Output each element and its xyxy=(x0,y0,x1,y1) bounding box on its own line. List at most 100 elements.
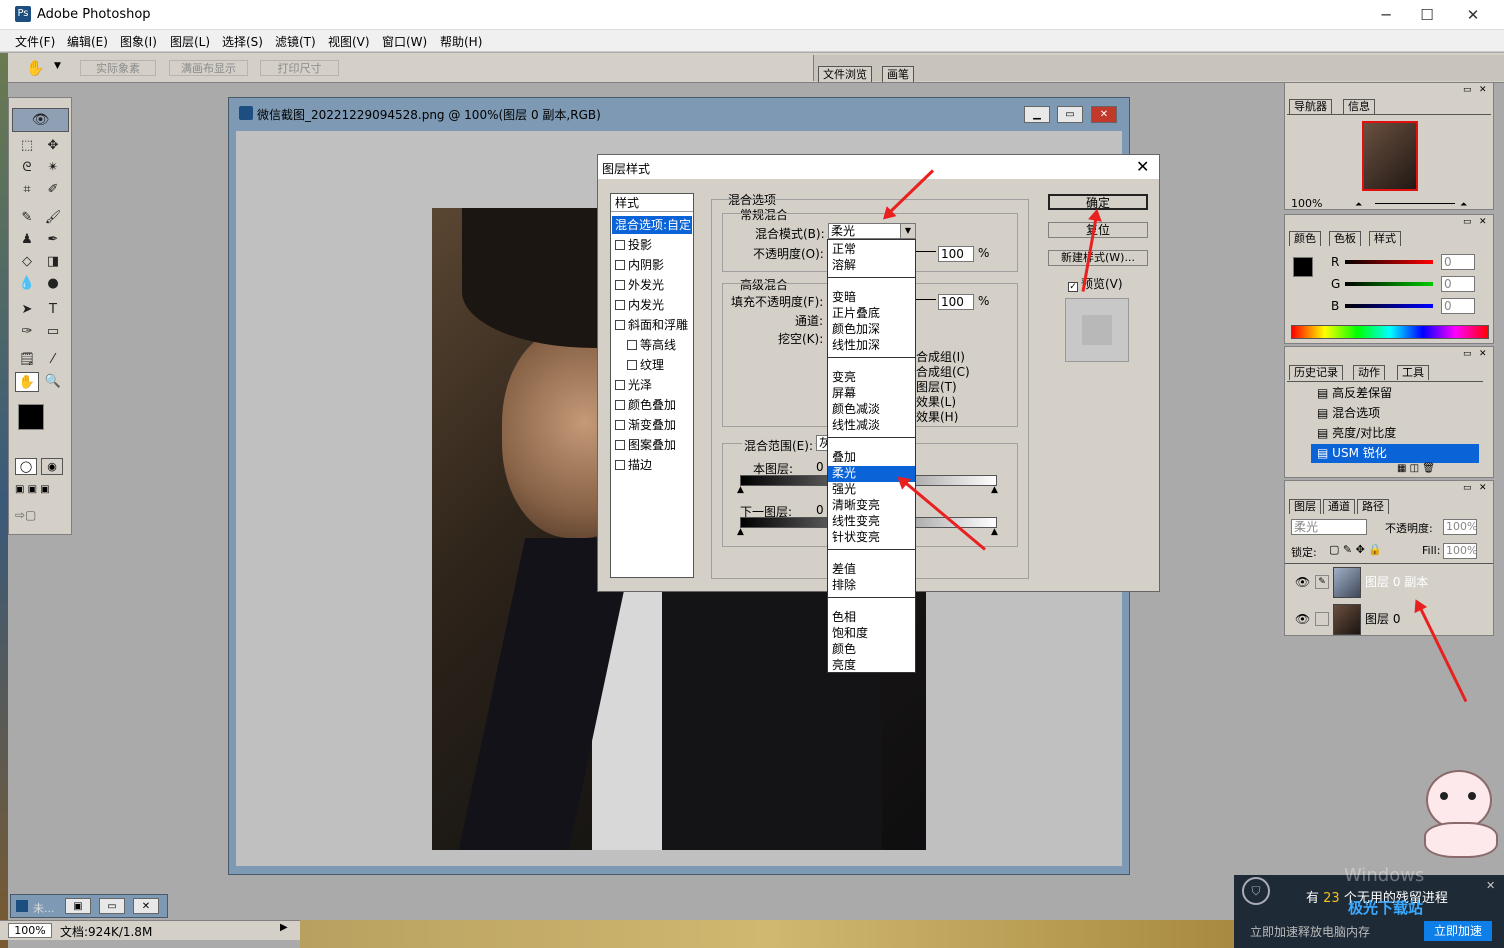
blend-mode-select[interactable]: 柔光 ▼ xyxy=(828,223,916,239)
menu-image[interactable]: 图象(I) xyxy=(120,33,157,50)
panel-close-icon[interactable]: ✕ xyxy=(1479,85,1487,95)
history-item[interactable]: ▤ 亮度/对比度 xyxy=(1287,424,1479,443)
history-item[interactable]: ▤ 混合选项 xyxy=(1287,404,1479,423)
chevron-down-icon[interactable]: ▼ xyxy=(900,224,915,238)
minimize-button[interactable]: ─ xyxy=(1366,4,1406,26)
this-layer-white-slider-icon[interactable]: ▲ xyxy=(991,485,998,495)
tab-channels[interactable]: 通道 xyxy=(1323,499,1355,514)
doc-minimize-button[interactable]: ▁ xyxy=(1024,106,1050,123)
minimized-document[interactable]: 未... ▣ ▭ ✕ xyxy=(10,894,168,918)
panel-minimize-icon[interactable]: ▭ xyxy=(1463,483,1472,493)
accelerate-button[interactable]: 立即加速 xyxy=(1424,921,1492,941)
style-checkbox[interactable] xyxy=(615,280,625,290)
status-menu-arrow-icon[interactable]: ▶ xyxy=(280,922,288,933)
preview-checkbox[interactable]: ✓ 预览(V) xyxy=(1068,275,1123,292)
styles-header[interactable]: 样式 xyxy=(611,194,693,212)
blend-mode-option[interactable]: 亮度 xyxy=(832,658,856,673)
blend-mode-option[interactable]: 颜色减淡 xyxy=(832,402,880,417)
under-layer-white-slider-icon[interactable]: ▲ xyxy=(991,527,998,537)
blend-mode-option[interactable]: 正片叠底 xyxy=(832,306,880,321)
panel-close-icon[interactable]: ✕ xyxy=(1479,217,1487,227)
style-item[interactable]: 光泽 xyxy=(615,376,652,393)
tab-info[interactable]: 信息 xyxy=(1343,99,1375,114)
maximize-icon[interactable]: ▭ xyxy=(99,898,125,914)
blend-mode-option[interactable]: 变暗 xyxy=(832,290,856,305)
blend-mode-option[interactable]: 差值 xyxy=(832,562,856,577)
tool-preset-dropdown-icon[interactable]: ▼ xyxy=(54,61,61,71)
style-item[interactable]: 斜面和浮雕 xyxy=(615,316,688,333)
doc-close-button[interactable]: ✕ xyxy=(1091,106,1117,123)
style-item[interactable]: 等高线 xyxy=(627,336,676,353)
tab-file-browser[interactable]: 文件浏览 xyxy=(818,66,872,82)
style-checkbox[interactable] xyxy=(627,360,637,370)
magic-wand-icon[interactable]: ✴ xyxy=(41,158,65,178)
channel-b-input[interactable]: 0 xyxy=(1441,298,1475,314)
foreground-color-swatch[interactable] xyxy=(18,404,44,430)
zoom-in-icon[interactable]: ⏶ xyxy=(1460,200,1467,210)
zoom-tool-icon[interactable]: 🔍 xyxy=(41,372,65,392)
ok-button[interactable]: 确定 xyxy=(1048,194,1148,210)
tab-actions[interactable]: 动作 xyxy=(1353,365,1385,380)
blend-mode-option[interactable]: 颜色加深 xyxy=(832,322,880,337)
hand-tool-icon[interactable]: ✋ xyxy=(26,59,45,77)
tab-styles[interactable]: 样式 xyxy=(1369,231,1401,246)
quick-mask-icon[interactable]: ◉ xyxy=(41,458,63,475)
close-button[interactable]: ✕ xyxy=(1453,4,1493,26)
menu-window[interactable]: 窗口(W) xyxy=(382,33,427,50)
tab-color[interactable]: 颜色 xyxy=(1289,231,1321,246)
blend-mode-option[interactable]: 正常 xyxy=(832,242,856,257)
brush-link-icon[interactable]: ✎ xyxy=(1315,575,1329,589)
style-checkbox[interactable] xyxy=(615,380,625,390)
pen-tool-icon[interactable]: ✑ xyxy=(15,322,39,342)
blend-mode-option[interactable]: 强光 xyxy=(832,482,856,497)
reset-button[interactable]: 复位 xyxy=(1048,222,1148,238)
tab-layers[interactable]: 图层 xyxy=(1289,499,1321,514)
menu-help[interactable]: 帮助(H) xyxy=(440,33,482,50)
channel-g-input[interactable]: 0 xyxy=(1441,276,1475,292)
layer-mode-select[interactable]: 柔光 xyxy=(1291,519,1367,535)
tab-history[interactable]: 历史记录 xyxy=(1289,365,1343,380)
style-checkbox[interactable] xyxy=(615,400,625,410)
dodge-tool-icon[interactable]: ● xyxy=(41,274,65,294)
under-layer-black-slider-icon[interactable]: ▲ xyxy=(737,527,744,537)
panel-close-icon[interactable]: ✕ xyxy=(1479,483,1487,493)
tab-navigator[interactable]: 导航器 xyxy=(1289,99,1332,114)
restore-icon[interactable]: ▣ xyxy=(65,898,91,914)
fill-opacity-slider[interactable] xyxy=(916,299,936,300)
preview-check-icon[interactable]: ✓ xyxy=(1068,282,1078,292)
tab-swatches[interactable]: 色板 xyxy=(1329,231,1361,246)
style-checkbox[interactable] xyxy=(615,240,625,250)
menu-layer[interactable]: 图层(L) xyxy=(170,33,210,50)
notes-tool-icon[interactable]: 🗒 xyxy=(15,350,39,370)
close-icon[interactable]: ✕ xyxy=(133,898,159,914)
style-item[interactable]: 外发光 xyxy=(615,276,664,293)
lock-icons[interactable]: ▢ ✎ ✥ 🔒 xyxy=(1329,543,1382,556)
color-ramp[interactable] xyxy=(1291,325,1489,339)
tab-brushes[interactable]: 画笔 xyxy=(882,66,914,82)
history-brush-icon[interactable]: ✒ xyxy=(41,230,65,250)
blend-mode-option[interactable]: 变亮 xyxy=(832,370,856,385)
hand-tool-icon[interactable]: ✋ xyxy=(15,372,39,392)
style-item[interactable]: 描边 xyxy=(615,456,652,473)
zoom-field[interactable]: 100% xyxy=(8,923,52,938)
blend-mode-option[interactable]: 线性减淡 xyxy=(832,418,880,433)
panel-minimize-icon[interactable]: ▭ xyxy=(1463,217,1472,227)
eye-icon[interactable]: 👁 xyxy=(1295,602,1310,637)
quick-mask-toggles[interactable]: ◯ ◉ xyxy=(15,458,65,476)
opacity-slider[interactable] xyxy=(916,251,936,252)
style-checkbox[interactable] xyxy=(615,440,625,450)
panel-minimize-icon[interactable]: ▭ xyxy=(1463,349,1472,359)
blend-mode-option[interactable]: 柔光 xyxy=(832,466,856,481)
move-tool-icon[interactable]: ✥ xyxy=(41,136,65,156)
navigator-thumbnail[interactable] xyxy=(1362,121,1418,191)
lasso-tool-icon[interactable]: ᘓ xyxy=(15,158,39,178)
brush-tool-icon[interactable]: 🖌 xyxy=(41,208,65,228)
notification-close-icon[interactable]: ✕ xyxy=(1486,879,1495,892)
style-item[interactable]: 纹理 xyxy=(627,356,664,373)
dialog-close-icon[interactable]: ✕ xyxy=(1136,157,1149,176)
zoom-out-icon[interactable]: ⏶ xyxy=(1355,200,1362,210)
blend-mode-option[interactable]: 清晰变亮 xyxy=(832,498,880,513)
type-tool-icon[interactable]: T xyxy=(41,300,65,320)
print-size-button[interactable]: 打印尺寸 xyxy=(260,60,339,76)
style-item[interactable]: 投影 xyxy=(615,236,652,253)
